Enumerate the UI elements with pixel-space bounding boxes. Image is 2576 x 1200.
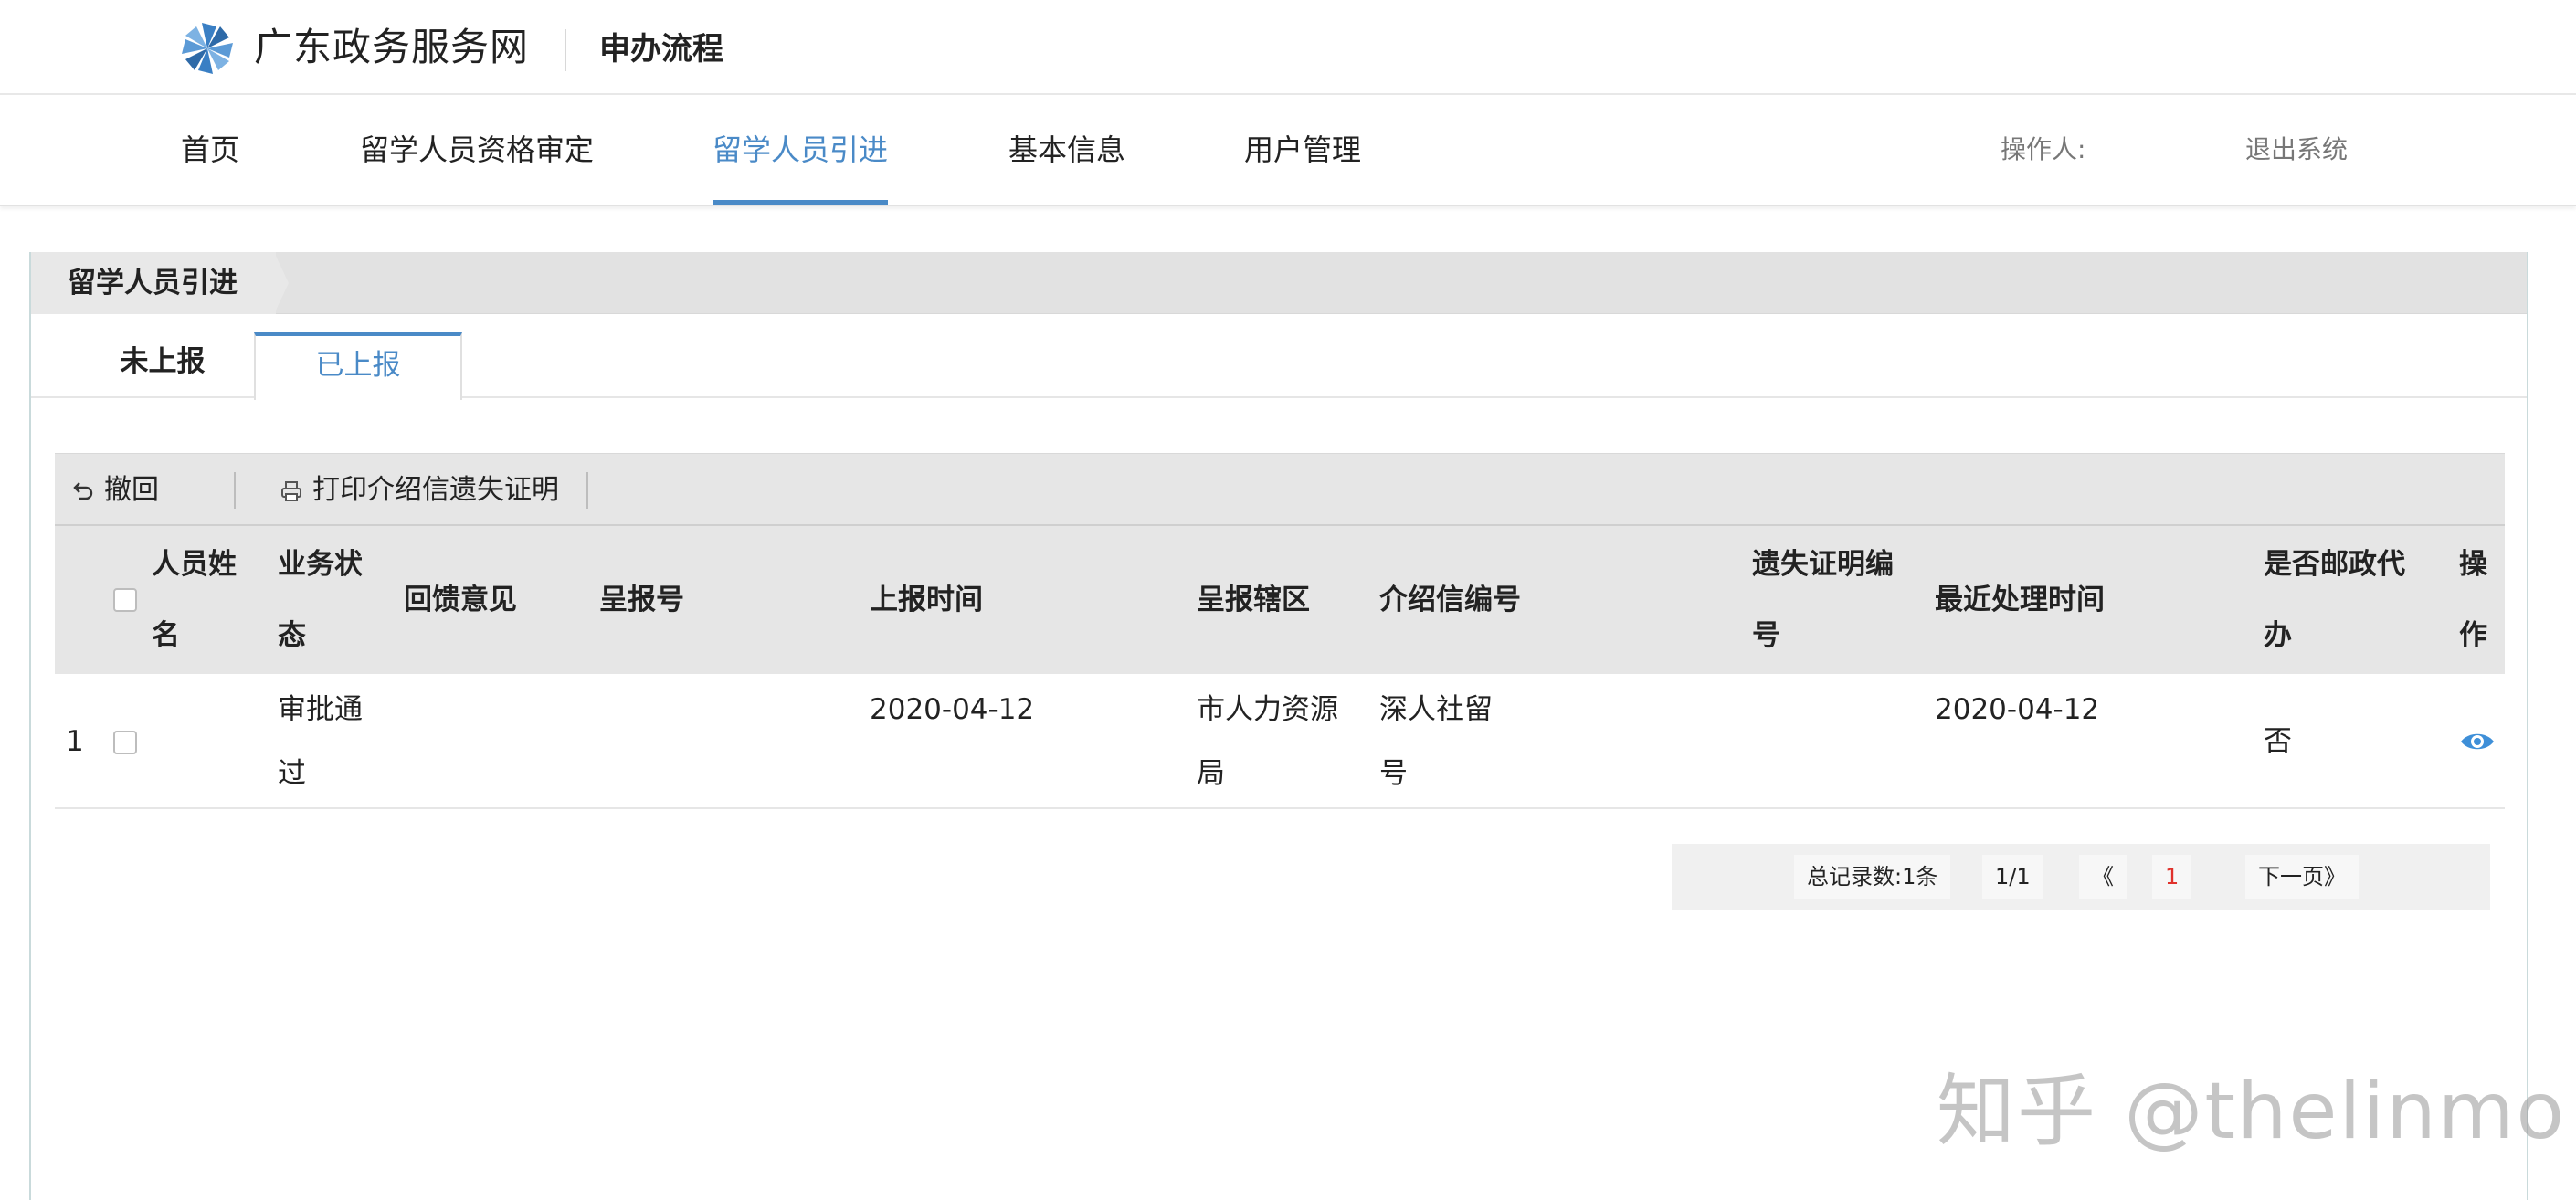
cell-lost-cert-no (1752, 674, 1933, 809)
watermark: 知乎 @thelinmo (1937, 1066, 2567, 1157)
print-lost-cert-button[interactable]: 打印介绍信遗失证明 (280, 454, 559, 527)
nav-item-user-management[interactable]: 用户管理 (1244, 95, 1361, 205)
col-header-last-time: 最近处理时间 (1935, 584, 2105, 616)
logout-link[interactable]: 退出系统 (2245, 95, 2348, 205)
cell-last-time: 2020-04-12 (1935, 693, 2100, 726)
view-detail-button[interactable] (2459, 674, 2503, 809)
prev-page-button[interactable]: 《 (2079, 855, 2127, 899)
next-page-button[interactable]: 下一页》 (2245, 855, 2359, 899)
cell-report-no (599, 674, 864, 809)
col-header-report-no: 呈报号 (599, 584, 684, 616)
col-header-district: 呈报辖区 (1197, 584, 1310, 616)
cell-district: 市人力资源局 (1197, 693, 1338, 790)
cell-postal: 否 (2264, 725, 2292, 758)
main-nav: 首页 留学人员资格审定 留学人员引进 基本信息 用户管理 操作人: 退出系统 (0, 95, 2576, 206)
tab-not-reported[interactable]: 未上报 (53, 332, 272, 398)
pagination: 总记录数:1条 1/1 《 1 下一页》 (1672, 844, 2490, 910)
col-header-status: 业务状态 (278, 548, 363, 652)
panel-header: 留学人员引进 (31, 252, 2527, 314)
col-header-letter-no: 介绍信编号 (1379, 584, 1521, 616)
col-header-feedback: 回馈意见 (404, 584, 517, 616)
cell-name (152, 674, 276, 809)
cell-feedback (404, 674, 596, 809)
printer-icon (281, 480, 301, 501)
nav-item-qualification[interactable]: 留学人员资格审定 (360, 95, 594, 205)
row-index: 1 (66, 725, 84, 758)
print-lost-cert-label: 打印介绍信遗失证明 (312, 474, 559, 506)
panel-title-arrow (274, 252, 289, 314)
row-checkbox[interactable] (113, 731, 137, 754)
nav-item-home[interactable]: 首页 (181, 95, 239, 205)
col-header-lost-cert-no: 遗失证明编号 (1752, 548, 1894, 652)
col-header-postal: 是否邮政代办 (2264, 548, 2405, 652)
table-row: 1 审批通过 2020-04-12 市人力资源局 深人社留号 2020-04-1… (55, 674, 2505, 809)
brand-divider (565, 29, 566, 71)
col-header-action: 操作 (2459, 548, 2487, 652)
top-header: 广东政务服务网 申办流程 (0, 0, 2576, 95)
operator-label: 操作人: (2001, 134, 2086, 164)
col-header-name: 人员姓名 (152, 548, 237, 652)
toolbar-separator (234, 472, 236, 509)
cell-report-time: 2020-04-12 (870, 693, 1035, 726)
toolbar-separator (586, 472, 588, 509)
table-header: 人员姓名 业务状态 回馈意见 呈报号 上报时间 呈报辖区 介绍信编号 遗失证明编… (55, 526, 2505, 674)
withdraw-label: 撤回 (104, 474, 159, 506)
undo-icon (73, 481, 93, 500)
cell-letter-no: 深人社留号 (1379, 693, 1493, 790)
report-tabs: 未上报 已上报 (31, 314, 2527, 400)
withdraw-button[interactable]: 撤回 (71, 454, 159, 527)
panel-title: 留学人员引进 (31, 252, 276, 314)
pinwheel-logo-icon[interactable] (179, 20, 236, 77)
cell-status: 审批通过 (278, 693, 363, 790)
select-all-checkbox[interactable] (113, 588, 137, 612)
nav-item-basic-info[interactable]: 基本信息 (1008, 95, 1125, 205)
col-header-report-time: 上报时间 (870, 584, 983, 616)
eye-icon (2461, 733, 2494, 750)
page-count: 1/1 (1982, 855, 2043, 899)
action-toolbar: 撤回 打印介绍信遗失证明 (55, 453, 2505, 526)
total-records: 总记录数:1条 (1794, 855, 1951, 899)
current-page[interactable]: 1 (2152, 855, 2192, 899)
nav-item-introduction[interactable]: 留学人员引进 (713, 95, 889, 205)
tab-reported[interactable]: 已上报 (254, 332, 462, 400)
page-subtitle: 申办流程 (599, 31, 723, 68)
brand-name: 广东政务服务网 (254, 25, 530, 69)
